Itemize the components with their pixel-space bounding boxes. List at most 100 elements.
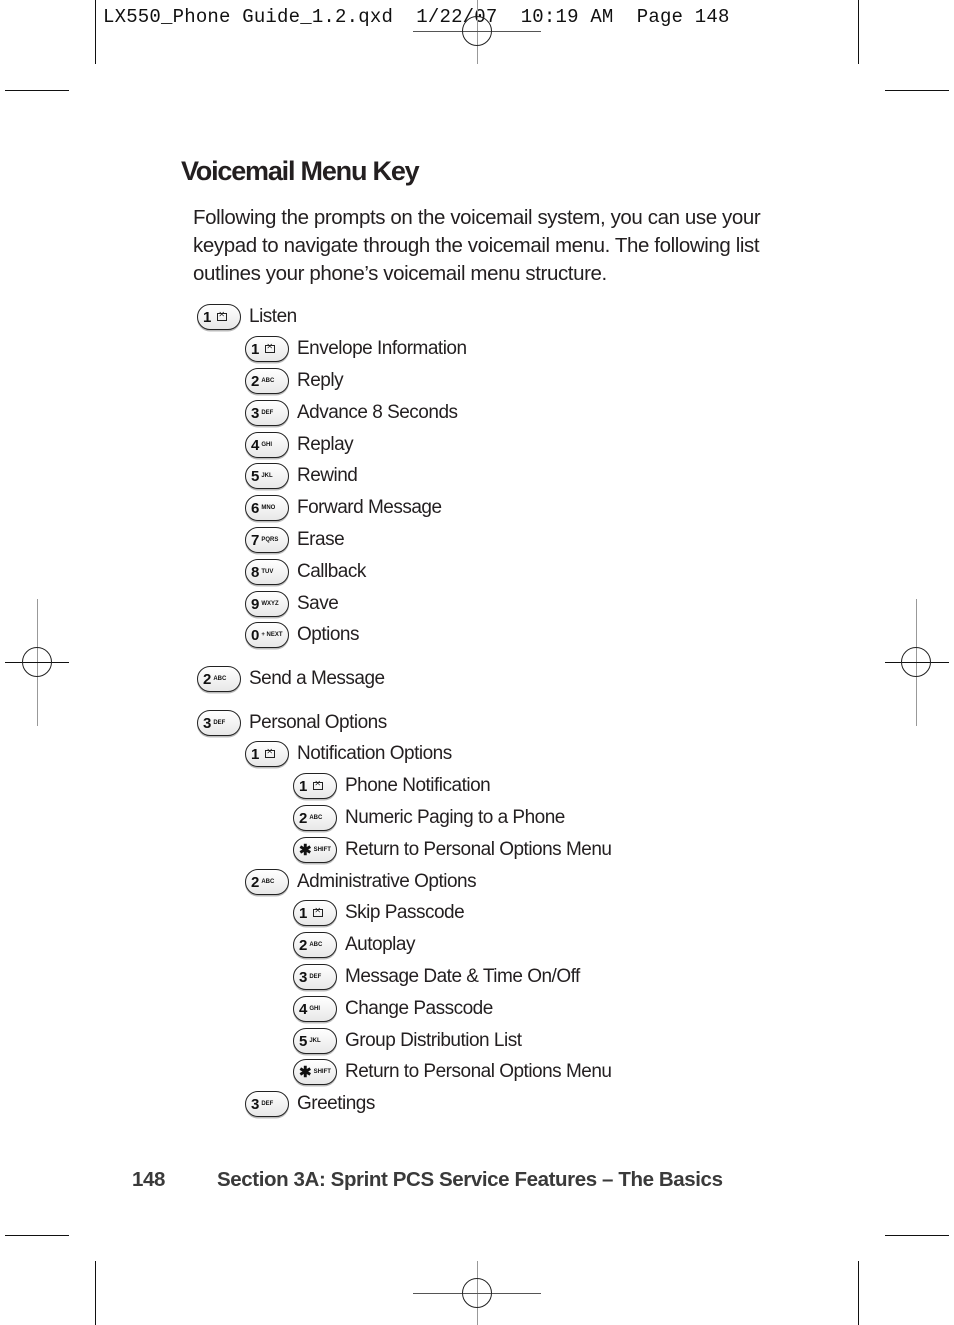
envelope-icon (313, 906, 324, 917)
key-digit: 3 (251, 1095, 260, 1113)
key-digit: 2 (299, 809, 308, 827)
key-letters: DEF (261, 410, 274, 416)
key-digit: 6 (251, 499, 260, 517)
menu-item-label: Envelope Information (297, 338, 467, 359)
key-letters: ABC (261, 378, 275, 384)
menu-item: 9 WXYZ Save (245, 590, 339, 618)
menu-item: 3 DEF Personal Options (197, 709, 387, 737)
key-2-icon: 2 ABC (245, 869, 289, 895)
key-letters: PQRS (261, 537, 279, 543)
key-9-icon: 9 WXYZ (245, 591, 289, 617)
menu-item: ✱ SHIFT Return to Personal Options Menu (293, 836, 612, 864)
menu-item-label: Change Passcode (345, 998, 493, 1019)
key-2-icon: 2 ABC (197, 666, 241, 692)
menu-item-label: Autoplay (345, 934, 415, 955)
key-digit: 5 (251, 467, 260, 485)
key-letters: ABC (261, 879, 275, 885)
menu-item-label: Notification Options (297, 743, 452, 764)
intro-paragraph: Following the prompts on the voicemail s… (193, 206, 761, 285)
key-star-icon: ✱ SHIFT (293, 837, 337, 863)
envelope-icon (217, 310, 228, 321)
menu-item: 0 + NEXT Options (245, 621, 359, 649)
menu-item-label: Group Distribution List (345, 1030, 522, 1051)
menu-item-label: Send a Message (249, 668, 385, 689)
key-digit: 2 (203, 670, 212, 688)
menu-item: 4 GHI Replay (245, 431, 354, 459)
key-1-icon: 1 (293, 900, 337, 926)
menu-item-label: Options (297, 624, 359, 645)
menu-item: 8 TUV Callback (245, 558, 366, 586)
menu-item-label: Personal Options (249, 712, 387, 733)
key-digit: 1 (299, 777, 308, 795)
footer-section-title: Section 3A: Sprint PCS Service Features … (217, 1168, 723, 1191)
key-letters: DEF (261, 1101, 274, 1107)
footer-page-number: 148 (132, 1168, 166, 1191)
menu-item: 6 MNO Forward Message (245, 494, 442, 522)
key-1-icon: 1 (245, 336, 289, 362)
menu-item-label: Phone Notification (345, 775, 491, 796)
menu-item: ✱ SHIFT Return to Personal Options Menu (293, 1058, 612, 1086)
key-letters: DEF (213, 720, 226, 726)
key-1-icon: 1 (293, 773, 337, 799)
key-digit: 3 (251, 404, 260, 422)
key-digit: 2 (251, 873, 260, 891)
key-digit: ✱ (299, 1063, 312, 1081)
key-letters: GHI (309, 1006, 321, 1012)
key-letters: ABC (213, 676, 227, 682)
menu-item-label: Return to Personal Options Menu (345, 839, 612, 860)
menu-item-label: Greetings (297, 1093, 375, 1114)
key-3-icon: 3 DEF (245, 1091, 289, 1117)
key-star-icon: ✱ SHIFT (293, 1059, 337, 1085)
crop-mark (95, 1261, 96, 1325)
menu-item-label: Skip Passcode (345, 902, 465, 923)
key-digit: 2 (299, 936, 308, 954)
key-digit: 2 (251, 372, 260, 390)
key-3-icon: 3 DEF (293, 964, 337, 990)
menu-item: 2 ABC Numeric Paging to a Phone (293, 804, 565, 832)
slug-file: LX550_Phone Guide_1.2.qxd (103, 6, 394, 28)
key-digit: 1 (251, 745, 260, 763)
menu-item: 1 Envelope Information (245, 335, 467, 363)
crop-mark (858, 0, 859, 64)
menu-item: 2 ABC Send a Message (197, 665, 385, 693)
menu-item: 1 Phone Notification (293, 772, 491, 800)
crop-mark (5, 1235, 69, 1236)
key-digit: 5 (299, 1032, 308, 1050)
menu-item-label: Replay (297, 434, 354, 455)
key-letters: GHI (261, 442, 273, 448)
crop-mark (95, 0, 96, 64)
menu-item: 1 Skip Passcode (293, 899, 465, 927)
crop-mark (885, 1235, 949, 1236)
print-slug: LX550_Phone Guide_1.2.qxd 1/22/07 10:19 … (103, 6, 730, 28)
key-letters: WXYZ (261, 601, 279, 607)
key-1-icon: 1 (245, 741, 289, 767)
menu-item: 5 JKL Rewind (245, 462, 358, 490)
key-7-icon: 7 PQRS (245, 527, 289, 553)
key-digit: 9 (251, 595, 260, 613)
key-letters: + NEXT (261, 632, 283, 638)
key-digit: 3 (203, 714, 212, 732)
key-digit: 4 (299, 1000, 308, 1018)
menu-item-label: Rewind (297, 465, 358, 486)
key-letters: JKL (261, 473, 273, 479)
key-letters: DEF (309, 974, 322, 980)
menu-item: 3 DEF Greetings (245, 1090, 375, 1118)
key-5-icon: 5 JKL (245, 463, 289, 489)
slug-time: 10:19 AM (520, 6, 614, 28)
key-digit: 1 (251, 340, 260, 358)
menu-item-label: Erase (297, 529, 345, 550)
menu-item-label: Listen (249, 306, 297, 327)
key-6-icon: 6 MNO (245, 495, 289, 521)
key-letters: SHIFT (313, 1069, 331, 1075)
slug-page: Page 148 (636, 6, 730, 28)
envelope-icon (313, 779, 324, 790)
menu-item: 2 ABC Reply (245, 367, 344, 395)
key-digit: 1 (299, 904, 308, 922)
page-title: Voicemail Menu Key (181, 156, 420, 186)
envelope-icon (265, 342, 276, 353)
crop-mark (858, 1261, 859, 1325)
key-8-icon: 8 TUV (245, 559, 289, 585)
key-letters: TUV (261, 569, 274, 575)
key-letters: ABC (309, 942, 323, 948)
menu-item: 1 Listen (197, 303, 297, 331)
